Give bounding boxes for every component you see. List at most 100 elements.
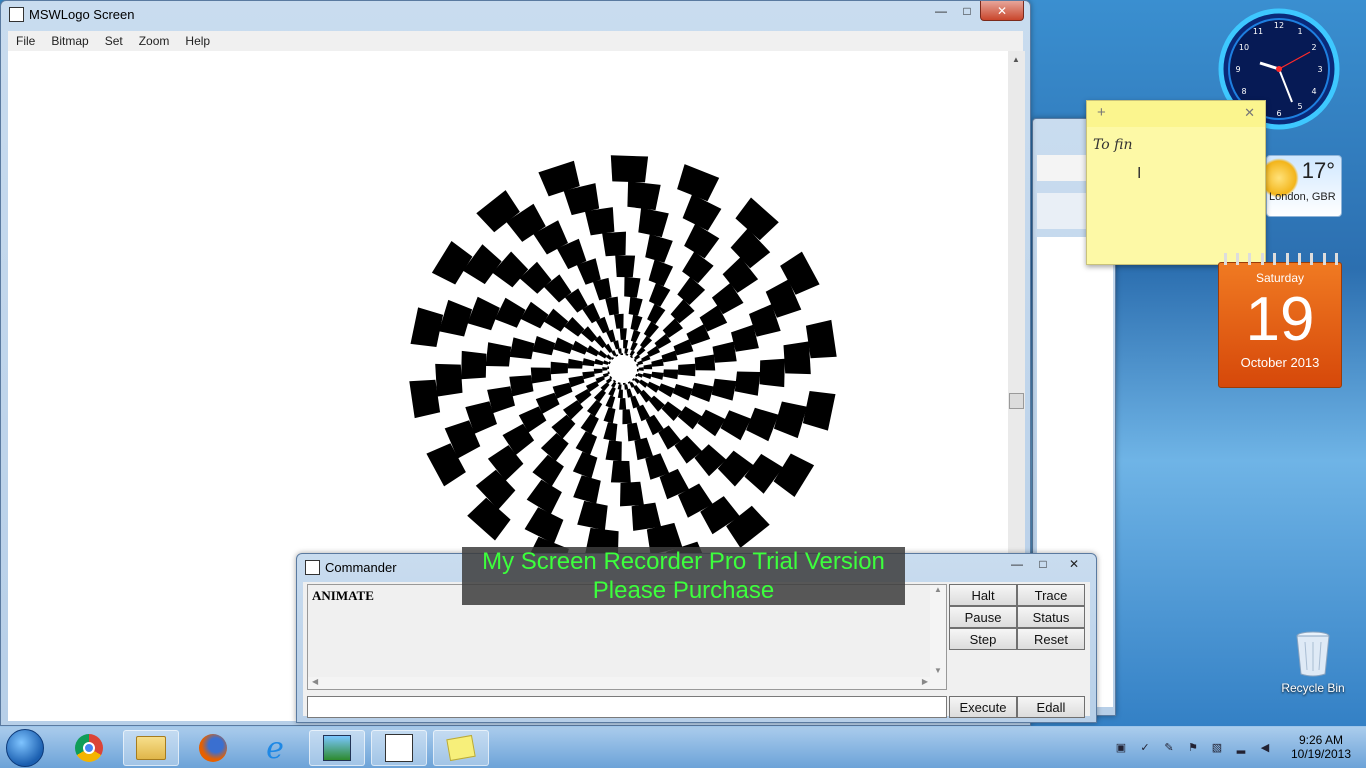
menu-help[interactable]: Help (177, 34, 218, 48)
output-vertical-scrollbar[interactable]: ▲ ▼ (930, 585, 946, 689)
step-button[interactable]: Step (949, 628, 1017, 650)
svg-text:12: 12 (1274, 21, 1284, 30)
clock-time: 9:26 AM (1298, 733, 1344, 747)
tray-flag-icon[interactable]: ⚑ (1186, 741, 1200, 755)
checker-tile (620, 481, 644, 507)
calendar-binding-icon (1219, 253, 1343, 265)
checker-tile (759, 358, 785, 388)
checker-tile (615, 255, 636, 278)
checker-tile (610, 155, 649, 183)
checker-tile (607, 366, 610, 369)
commander-app-icon (305, 560, 320, 575)
recycle-bin-label: Recycle Bin (1281, 681, 1345, 695)
checker-tile (602, 367, 608, 371)
sticky-note-text[interactable]: To fin (1093, 137, 1132, 153)
menu-bitmap[interactable]: Bitmap (43, 34, 96, 48)
tray-volume-icon[interactable]: ◀ (1258, 741, 1272, 755)
checker-tile (435, 363, 463, 397)
svg-text:10: 10 (1239, 43, 1249, 52)
minimize-button[interactable]: — (928, 1, 954, 21)
taskbar: e ▣ ✓ ✎ ⚑ ▧ ▂ ◀ 9:26 AM 10/19/2013 (0, 726, 1366, 768)
output-horizontal-scrollbar[interactable]: ◀ ▶ (308, 677, 932, 689)
checker-tile (678, 363, 696, 377)
svg-text:3: 3 (1317, 65, 1322, 74)
sticky-note[interactable]: + ✕ To fin I (1086, 100, 1266, 265)
watermark-line-2: Please Purchase (592, 577, 775, 604)
calendar-gadget[interactable]: Saturday 19 October 2013 (1218, 253, 1342, 388)
checker-tile (409, 379, 441, 419)
execute-button[interactable]: Execute (949, 696, 1017, 718)
mswlogo-title: MSWLogo Screen (29, 7, 135, 22)
commander-maximize-button[interactable]: □ (1030, 554, 1056, 574)
checker-tile (550, 361, 568, 375)
reset-button[interactable]: Reset (1017, 628, 1085, 650)
system-clock[interactable]: 9:26 AM 10/19/2013 (1284, 733, 1358, 761)
halt-button[interactable]: Halt (949, 584, 1017, 606)
maximize-button[interactable]: □ (954, 1, 980, 21)
tray-signal-icon[interactable]: ▂ (1234, 741, 1248, 755)
svg-text:6: 6 (1276, 109, 1281, 118)
tray-pen-icon[interactable]: ✎ (1162, 741, 1176, 755)
app-icon[interactable] (309, 730, 365, 766)
output-scroll-up-icon[interactable]: ▲ (930, 585, 946, 594)
pause-button[interactable]: Pause (949, 606, 1017, 628)
svg-text:2: 2 (1311, 43, 1316, 52)
output-scroll-down-icon[interactable]: ▼ (930, 666, 946, 675)
ie-icon[interactable]: e (247, 730, 303, 766)
watermark-line-1: My Screen Recorder Pro Trial Version (482, 548, 885, 575)
weather-gadget[interactable]: 17° London, GBR (1259, 155, 1342, 217)
tray-checkmark-icon[interactable]: ✓ (1138, 741, 1152, 755)
firefox-icon[interactable] (185, 730, 241, 766)
add-note-icon[interactable]: + (1097, 104, 1106, 121)
weather-location: London, GBR (1269, 191, 1336, 203)
output-scroll-right-icon[interactable]: ▶ (922, 677, 928, 686)
output-scroll-left-icon[interactable]: ◀ (312, 677, 318, 686)
tray-network-adapter-icon[interactable]: ▣ (1114, 741, 1128, 755)
commander-input[interactable] (307, 696, 947, 718)
tray-device-icon[interactable]: ▧ (1210, 741, 1224, 755)
close-button[interactable]: ✕ (980, 1, 1024, 21)
calendar-day: 19 (1245, 285, 1315, 354)
menu-set[interactable]: Set (97, 34, 131, 48)
calendar-month-year: October 2013 (1240, 355, 1320, 370)
svg-text:8: 8 (1241, 87, 1246, 96)
close-note-icon[interactable]: ✕ (1244, 105, 1255, 121)
checker-tile (610, 460, 631, 483)
svg-text:9: 9 (1235, 65, 1240, 74)
start-icon[interactable] (6, 729, 44, 767)
commander-title: Commander (325, 560, 397, 575)
recycle-bin[interactable]: Recycle Bin (1278, 630, 1348, 700)
menu-zoom[interactable]: Zoom (131, 34, 178, 48)
mswlogo-titlebar[interactable]: MSWLogo Screen — □ ✕ (1, 1, 1030, 29)
edall-button[interactable]: Edall (1017, 696, 1085, 718)
scroll-up-arrow-icon[interactable]: ▲ (1012, 55, 1020, 64)
status-button[interactable]: Status (1017, 606, 1085, 628)
commander-minimize-button[interactable]: — (1004, 554, 1030, 574)
clock-date: 10/19/2013 (1290, 747, 1352, 761)
menu-file[interactable]: File (8, 34, 43, 48)
checker-tile (638, 367, 644, 371)
explorer-icon[interactable] (123, 730, 179, 766)
svg-text:4: 4 (1311, 87, 1316, 96)
checker-tile (619, 398, 627, 410)
checker-tile (627, 181, 661, 211)
calendar-weekday: Saturday (1255, 271, 1305, 285)
checker-tile (619, 328, 627, 340)
commander-output-text: ANIMATE (312, 588, 374, 603)
checker-tile (783, 341, 811, 375)
commander-close-button[interactable]: ✕ (1056, 554, 1092, 574)
mswlogo-icon[interactable] (371, 730, 427, 766)
sticky-notes-icon[interactable] (433, 730, 489, 766)
weather-temperature: 17° (1301, 158, 1335, 183)
trace-button[interactable]: Trace (1017, 584, 1085, 606)
checker-tile (620, 353, 623, 356)
scrollbar-thumb[interactable] (1009, 393, 1024, 409)
mswlogo-app-icon (9, 7, 24, 22)
checker-tile (623, 382, 626, 385)
svg-text:5: 5 (1297, 102, 1302, 111)
chrome-icon[interactable] (61, 730, 117, 766)
sticky-note-header: + ✕ (1087, 101, 1265, 127)
checker-tile (805, 319, 837, 359)
recorder-watermark: My Screen Recorder Pro Trial Version Ple… (462, 547, 905, 605)
checker-tile (602, 231, 626, 257)
